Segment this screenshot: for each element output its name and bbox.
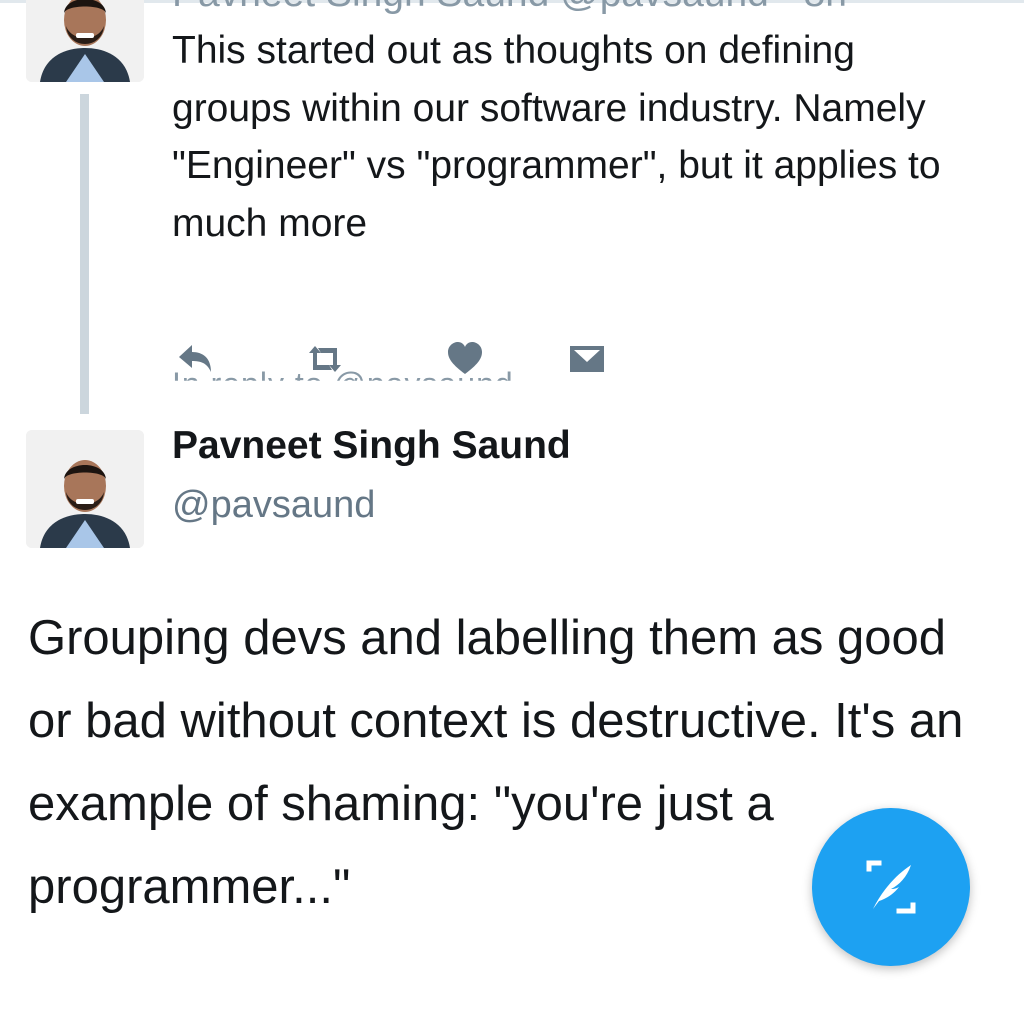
retweet-icon xyxy=(309,346,341,372)
envelope-icon xyxy=(570,346,604,372)
compose-tweet-button[interactable] xyxy=(812,808,970,966)
author-name[interactable]: Pavneet Singh Saund xyxy=(172,424,571,468)
avatar[interactable] xyxy=(26,0,144,82)
direct-message-button[interactable] xyxy=(562,336,612,382)
tweet-thread-screen: Pavneet Singh Saund @pavsaund · 8h This … xyxy=(0,0,1024,1024)
like-button[interactable] xyxy=(440,336,490,382)
previous-tweet-header: Pavneet Singh Saund @pavsaund · 8h xyxy=(172,0,847,16)
reply-icon xyxy=(179,345,211,372)
author-handle[interactable]: @pavsaund xyxy=(172,484,375,527)
retweet-button[interactable] xyxy=(300,336,350,382)
reply-button[interactable] xyxy=(170,336,220,382)
previous-tweet-text: This started out as thoughts on defining… xyxy=(172,29,941,245)
previous-tweet[interactable]: Pavneet Singh Saund @pavsaund · 8h This … xyxy=(0,0,1024,420)
avatar-photo xyxy=(26,430,144,548)
author-avatar[interactable] xyxy=(26,430,144,548)
heart-icon xyxy=(448,342,482,374)
tweet-actions xyxy=(170,336,670,386)
thread-connector-line xyxy=(80,94,89,414)
avatar-photo xyxy=(26,0,144,82)
compose-quill-icon xyxy=(866,860,916,914)
